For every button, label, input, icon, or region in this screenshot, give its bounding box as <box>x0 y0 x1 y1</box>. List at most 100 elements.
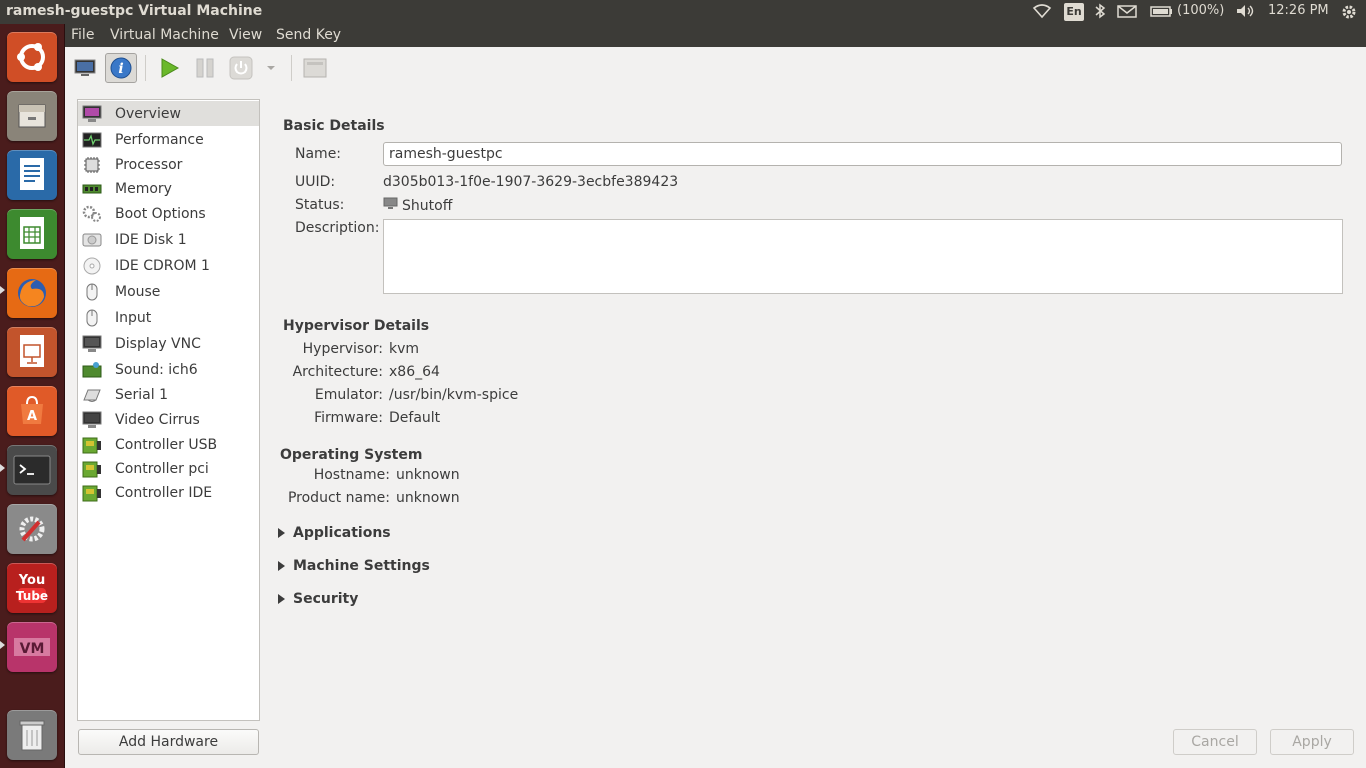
info-icon: i <box>110 57 132 79</box>
hardware-list: Overview Performance Processor Memory Boot O… <box>77 99 260 721</box>
firefox-icon[interactable] <box>7 268 57 318</box>
hardware-item-boot-options[interactable]: Boot Options <box>78 201 259 226</box>
wifi-icon[interactable] <box>1032 3 1052 23</box>
performance-icon <box>81 130 103 150</box>
apply-button[interactable]: Apply <box>1270 729 1354 755</box>
input-icon <box>81 308 103 328</box>
fullscreen-icon <box>303 58 327 78</box>
hardware-item-display-vnc[interactable]: Display VNC <box>78 331 259 356</box>
volume-icon[interactable] <box>1235 3 1257 23</box>
add-hardware-button[interactable]: Add Hardware <box>78 729 259 755</box>
svg-text:Tube: Tube <box>16 589 48 603</box>
security-expander[interactable]: Security <box>276 591 358 607</box>
hardware-item-sound-ich6[interactable]: Sound: ich6 <box>78 357 259 382</box>
battery-icon[interactable] <box>1150 3 1174 23</box>
mouse-icon <box>81 282 103 302</box>
hardware-item-controller-usb[interactable]: Controller USB <box>78 432 259 457</box>
hardware-item-video-cirrus[interactable]: Video Cirrus <box>78 407 259 432</box>
hostname-label: Hostname: <box>313 467 390 483</box>
shutoff-icon <box>383 197 398 214</box>
hardware-item-overview[interactable]: Overview <box>78 101 259 126</box>
hardware-item-ide-disk-1[interactable]: IDE Disk 1 <box>78 227 259 252</box>
power-icon <box>229 56 253 80</box>
language-indicator[interactable]: En <box>1064 3 1084 21</box>
clock[interactable]: 12:26 PM <box>1268 3 1329 18</box>
hardware-item-label: Controller IDE <box>115 484 213 501</box>
impress-icon[interactable] <box>7 327 57 377</box>
software-center-icon[interactable]: A <box>7 386 57 436</box>
hardware-item-mouse[interactable]: Mouse <box>78 279 259 304</box>
bluetooth-icon[interactable] <box>1094 3 1106 23</box>
virt-manager-icon[interactable]: VM <box>7 622 57 672</box>
svg-text:VM: VM <box>20 641 45 657</box>
uuid-label: UUID: <box>295 174 336 190</box>
files-icon[interactable] <box>7 91 57 141</box>
cancel-button[interactable]: Cancel <box>1173 729 1257 755</box>
firmware-value: Default <box>389 410 441 426</box>
mail-icon[interactable] <box>1117 3 1137 23</box>
hardware-item-controller-pci[interactable]: Controller pci <box>78 456 259 481</box>
hypervisor-value: kvm <box>389 341 420 357</box>
expander-arrow-icon <box>278 528 285 538</box>
details-button[interactable]: i <box>105 53 137 83</box>
top-panel: ramesh-guestpc Virtual Machine En (100%)… <box>0 0 1366 24</box>
launcher: A You Tube VM <box>0 24 65 768</box>
description-field[interactable] <box>383 219 1343 294</box>
hardware-item-ide-cdrom-1[interactable]: IDE CDROM 1 <box>78 253 259 278</box>
toolbar: i <box>65 47 1366 89</box>
youtube-icon[interactable]: You Tube <box>7 563 57 613</box>
expander-arrow-icon <box>278 561 285 571</box>
applications-expander[interactable]: Applications <box>276 525 391 541</box>
hardware-item-controller-ide[interactable]: Controller IDE <box>78 480 259 505</box>
hardware-item-input[interactable]: Input <box>78 305 259 330</box>
hardware-item-label: Overview <box>115 105 181 122</box>
hardware-item-memory[interactable]: Memory <box>78 176 259 201</box>
basic-details-title: Basic Details <box>283 118 385 134</box>
boot-options-icon <box>81 204 103 224</box>
firmware-label: Firmware: <box>314 410 383 426</box>
chevron-down-icon <box>267 66 275 70</box>
operating-system-title: Operating System <box>280 447 423 463</box>
shutdown-button[interactable] <box>225 53 257 83</box>
shutdown-menu-button[interactable] <box>261 53 281 83</box>
writer-icon[interactable] <box>7 150 57 200</box>
calc-icon[interactable] <box>7 209 57 259</box>
terminal-icon[interactable] <box>7 445 57 495</box>
menu-send-key[interactable]: Send Key <box>276 27 341 43</box>
disk-icon <box>81 230 103 250</box>
display-icon <box>81 334 103 354</box>
status-value-container: Shutoff <box>383 197 452 214</box>
monitor-icon <box>74 59 96 76</box>
hardware-item-serial-1[interactable]: Serial 1 <box>78 382 259 407</box>
hardware-item-performance[interactable]: Performance <box>78 127 259 152</box>
hardware-item-label: Sound: ich6 <box>115 361 198 378</box>
applications-label: Applications <box>293 525 391 541</box>
machine-settings-expander[interactable]: Machine Settings <box>276 558 430 574</box>
fullscreen-button[interactable] <box>299 53 331 83</box>
product-name-value: unknown <box>396 490 460 506</box>
menu-virtual-machine[interactable]: Virtual Machine <box>110 27 219 43</box>
ubuntu-dash-icon[interactable] <box>7 32 57 82</box>
product-name-label: Product name: <box>287 490 390 506</box>
window-title: ramesh-guestpc Virtual Machine <box>6 3 263 19</box>
hardware-item-label: Memory <box>115 180 172 197</box>
menu-view[interactable]: View <box>229 27 262 43</box>
hardware-item-processor[interactable]: Processor <box>78 152 259 177</box>
svg-text:You: You <box>18 573 45 588</box>
processor-icon <box>81 155 103 175</box>
pause-button[interactable] <box>189 53 221 83</box>
name-field[interactable] <box>383 142 1342 166</box>
run-button[interactable] <box>153 53 185 83</box>
system-settings-icon[interactable] <box>7 504 57 554</box>
trash-icon[interactable] <box>7 710 57 760</box>
battery-percent: (100%) <box>1177 3 1225 18</box>
console-button[interactable] <box>69 53 101 83</box>
svg-text:A: A <box>27 409 37 424</box>
serial-icon <box>81 385 103 405</box>
description-label: Description: <box>295 220 380 236</box>
menu-file[interactable]: File <box>71 27 94 43</box>
hardware-item-label: IDE Disk 1 <box>115 231 187 248</box>
hypervisor-details-title: Hypervisor Details <box>283 318 430 334</box>
hardware-item-label: Boot Options <box>115 205 206 222</box>
gear-icon[interactable] <box>1339 3 1359 25</box>
